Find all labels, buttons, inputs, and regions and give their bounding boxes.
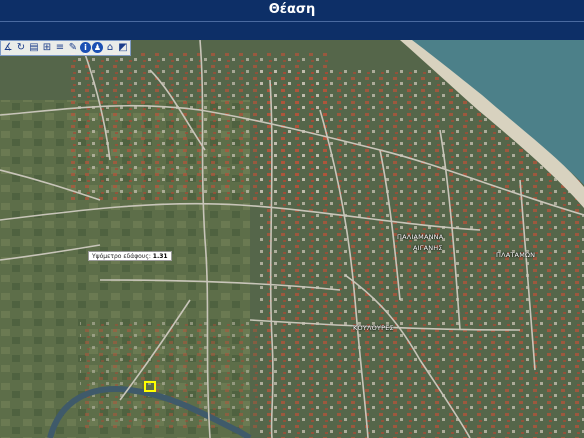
edit-icon[interactable]: ✎ [67,41,79,55]
image-icon[interactable]: ◩ [117,41,129,55]
label-aiganis: ΑΙΓΑΝΗΣ [413,244,443,252]
info-icon[interactable]: i [80,42,91,53]
home-icon[interactable]: ⌂ [104,41,116,55]
refresh-icon[interactable]: ↻ [15,41,27,55]
header-sub-bar [0,22,584,40]
measure-icon[interactable]: ∡ [2,41,14,55]
elevation-value: 1.31 [152,253,168,260]
person-icon[interactable]: ♟ [92,42,103,53]
map-toolbar: ∡ ↻ ▤ ⊞ ≡ ✎ i ♟ ⌂ ◩ [0,40,131,56]
document-icon[interactable]: ▤ [28,41,40,55]
elevation-tooltip: Υψόμετρο εδάφους: 1.31 [88,251,172,261]
selected-parcel-marker[interactable] [144,381,156,392]
window-title: Θέαση [0,0,584,22]
map-canvas[interactable] [0,40,584,438]
settlement-south [80,320,260,430]
label-koulouries: ΚΟΥΛΟΥΡΕΣ [353,324,394,332]
label-platamon: ΠΛΑΤΑΜΩΝ [496,251,536,259]
label-paliamanna: ΠΑΛΙΑΜΑΝΝΑ [397,233,444,241]
elevation-label: Υψόμετρο εδάφους: [92,253,151,260]
satellite-map[interactable]: ΠΑΛΙΑΜΑΝΝΑ ΑΙΓΑΝΗΣ ΠΛΑΤΑΜΩΝ ΚΟΥΛΟΥΡΕΣ [0,40,584,438]
network-icon[interactable]: ⊞ [41,41,53,55]
layers-icon[interactable]: ≡ [54,41,66,55]
